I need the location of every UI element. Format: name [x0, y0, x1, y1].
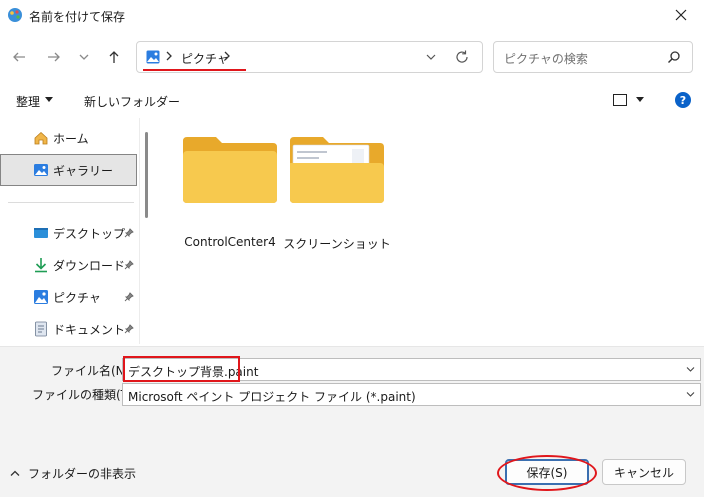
sidebar-item-desktop[interactable]: デスクトップ	[0, 217, 140, 249]
desktop-icon	[34, 228, 48, 238]
paint-app-icon	[8, 8, 22, 22]
folder-name: スクリーンショット	[283, 237, 391, 251]
hide-folders-label: フォルダーの非表示	[28, 467, 137, 481]
sidebar-item-home[interactable]: ホーム	[0, 122, 137, 154]
arrow-right-icon	[48, 52, 60, 62]
chevron-down-icon[interactable]	[686, 366, 695, 373]
search-icon	[668, 51, 680, 63]
new-folder-button[interactable]: 新しいフォルダー	[84, 93, 180, 110]
sidebar-divider	[8, 202, 134, 203]
breadcrumb-chevron-icon[interactable]	[223, 49, 231, 63]
sidebar-scrollbar[interactable]	[145, 132, 148, 218]
pin-icon[interactable]	[124, 292, 134, 302]
chevron-up-icon	[10, 470, 20, 476]
caret-down-icon[interactable]	[636, 97, 644, 103]
sidebar-item-documents[interactable]: ドキュメント	[0, 313, 140, 345]
download-icon	[35, 258, 47, 273]
chevron-down-icon[interactable]	[686, 391, 695, 398]
title-bar: 名前を付けて保存	[0, 0, 704, 30]
home-icon	[34, 131, 48, 145]
navigation-pane: ホーム ギャラリー デスクトップ ダウンロード ピクチャ ドキュメント	[0, 118, 140, 344]
sidebar-item-label: デスクトップ	[53, 226, 126, 241]
annotation-underline	[143, 69, 246, 71]
filetype-value: Microsoft ペイント プロジェクト ファイル (*.paint)	[128, 390, 416, 404]
breadcrumb-chevron-icon[interactable]	[165, 49, 173, 63]
pictures-icon	[34, 290, 48, 304]
search-input[interactable]: ピクチャの検索	[504, 50, 588, 67]
hide-folders-toggle[interactable]: フォルダーの非表示	[10, 465, 136, 482]
search-box[interactable]: ピクチャの検索	[493, 41, 693, 73]
chevron-down-icon	[79, 54, 89, 60]
window-title: 名前を付けて保存	[29, 10, 126, 24]
pin-icon[interactable]	[124, 228, 134, 238]
help-button[interactable]: ?	[675, 92, 691, 108]
save-button[interactable]: 保存(S)	[505, 459, 589, 485]
toolbar: 整理 新しいフォルダー ?	[0, 86, 704, 114]
refresh-icon[interactable]	[454, 49, 470, 65]
address-bar[interactable]: ピクチャ	[136, 41, 483, 73]
folder-name: ControlCenter4	[184, 235, 276, 249]
cancel-button[interactable]: キャンセル	[602, 459, 686, 485]
forward-button[interactable]	[43, 46, 65, 68]
file-list: ControlCenter4 スクリーンショット	[154, 118, 704, 344]
folder-icon	[290, 137, 384, 203]
save-options-pane: ファイル名(N): デスクトップ背景.paint ファイルの種類(T): Mic…	[0, 346, 704, 497]
view-options-icon[interactable]	[613, 94, 627, 106]
pin-icon[interactable]	[124, 260, 134, 270]
sidebar-item-label: ダウンロード	[53, 258, 126, 273]
close-button[interactable]	[658, 0, 704, 30]
arrow-up-icon	[109, 51, 119, 63]
sidebar-item-label: ホーム	[53, 131, 89, 146]
recent-locations-button[interactable]	[73, 46, 95, 68]
sidebar-item-pictures[interactable]: ピクチャ	[0, 281, 140, 313]
chevron-down-icon[interactable]	[424, 50, 438, 64]
sidebar-item-gallery[interactable]: ギャラリー	[0, 154, 137, 186]
gallery-icon	[34, 164, 48, 176]
filetype-select[interactable]: Microsoft ペイント プロジェクト ファイル (*.paint)	[122, 383, 701, 406]
sidebar-item-label: ギャラリー	[53, 163, 114, 178]
pin-icon[interactable]	[124, 324, 134, 334]
up-button[interactable]	[103, 46, 125, 68]
annotation-box	[123, 356, 240, 382]
filename-field[interactable]: デスクトップ背景.paint	[122, 356, 701, 382]
close-icon	[675, 9, 687, 21]
documents-icon	[35, 321, 47, 337]
arrow-left-icon	[13, 52, 25, 62]
sidebar-item-label: ドキュメント	[53, 322, 126, 337]
sidebar-item-downloads[interactable]: ダウンロード	[0, 249, 140, 281]
caret-down-icon[interactable]	[45, 97, 53, 103]
sidebar-item-label: ピクチャ	[53, 290, 101, 305]
folder-icon	[183, 137, 277, 203]
back-button[interactable]	[8, 46, 30, 68]
breadcrumb-pictures[interactable]: ピクチャ	[181, 50, 229, 67]
organize-button[interactable]: 整理	[16, 93, 40, 110]
pictures-icon	[146, 50, 160, 64]
